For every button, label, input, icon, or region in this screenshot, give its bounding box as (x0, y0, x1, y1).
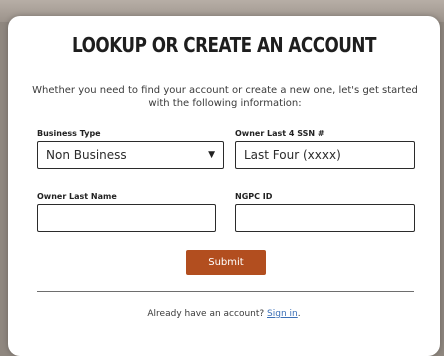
owner-ssn-placeholder: Last Four (xxxx) (244, 148, 341, 162)
owner-last-name-label: Owner Last Name (37, 192, 117, 201)
business-type-select[interactable]: Non Business ▼ (37, 141, 224, 169)
modal-title: LOOKUP OR CREATE AN ACCOUNT (72, 33, 376, 57)
caret-down-icon: ▼ (208, 150, 215, 160)
business-type-label: Business Type (37, 129, 101, 138)
signin-prompt-text: Already have an account? (147, 309, 268, 319)
ngpc-id-input[interactable] (235, 204, 415, 232)
owner-ssn-input[interactable]: Last Four (xxxx) (235, 141, 415, 169)
sign-in-link[interactable]: Sign in (267, 309, 298, 319)
submit-button[interactable]: Submit (186, 250, 266, 275)
signin-prompt-suffix: . (297, 309, 301, 319)
owner-ssn-label: Owner Last 4 SSN # (235, 129, 325, 138)
owner-last-name-input[interactable] (37, 204, 216, 232)
lookup-account-modal: LOOKUP OR CREATE AN ACCOUNT Whether you … (8, 16, 440, 356)
signin-prompt-row: Already have an account? Sign in. (8, 309, 440, 319)
intro-text: Whether you need to find your account or… (32, 85, 418, 109)
ngpc-id-label: NGPC ID (235, 192, 273, 201)
business-type-selected-value: Non Business (46, 148, 127, 162)
footer-divider (37, 291, 414, 292)
